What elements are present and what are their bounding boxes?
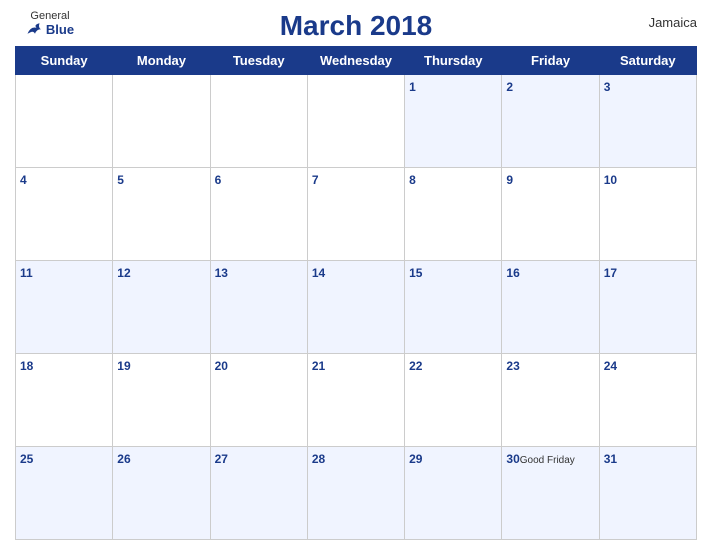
calendar-day-cell: 14 [307, 261, 404, 354]
calendar-day-cell: 19 [113, 354, 210, 447]
day-number: 25 [20, 452, 33, 466]
calendar-day-cell: 10 [599, 168, 696, 261]
day-number: 1 [409, 80, 416, 94]
calendar-day-cell: 31 [599, 447, 696, 540]
day-number: 4 [20, 173, 27, 187]
calendar-day-cell: 2 [502, 75, 599, 168]
calendar-title: March 2018 [280, 10, 433, 42]
calendar-day-cell: 27 [210, 447, 307, 540]
day-number: 2 [506, 80, 513, 94]
calendar-week-row: 4 5 6 7 8 9 10 [16, 168, 697, 261]
weekday-header-sunday: Sunday [16, 47, 113, 75]
day-number: 30 [506, 452, 519, 466]
calendar-day-cell: 8 [405, 168, 502, 261]
country-label: Jamaica [649, 15, 697, 30]
day-number: 18 [20, 359, 33, 373]
weekday-header-wednesday: Wednesday [307, 47, 404, 75]
day-number: 3 [604, 80, 611, 94]
day-number: 13 [215, 266, 228, 280]
day-number: 23 [506, 359, 519, 373]
calendar-day-cell: 4 [16, 168, 113, 261]
calendar-day-cell: 17 [599, 261, 696, 354]
day-number: 31 [604, 452, 617, 466]
calendar-day-cell: 20 [210, 354, 307, 447]
calendar-day-cell: 1 [405, 75, 502, 168]
calendar-day-cell: 5 [113, 168, 210, 261]
day-number: 5 [117, 173, 124, 187]
calendar-week-row: 18 19 20 21 22 23 24 [16, 354, 697, 447]
calendar-day-cell: 6 [210, 168, 307, 261]
calendar-day-cell: 12 [113, 261, 210, 354]
calendar-day-cell: 29 [405, 447, 502, 540]
day-number: 14 [312, 266, 325, 280]
logo-blue-text: Blue [26, 22, 74, 37]
day-number: 16 [506, 266, 519, 280]
day-number: 8 [409, 173, 416, 187]
calendar-day-cell: 13 [210, 261, 307, 354]
day-number: 15 [409, 266, 422, 280]
day-event: Good Friday [520, 455, 575, 466]
logo-bird-icon [26, 23, 44, 37]
calendar-day-cell: 11 [16, 261, 113, 354]
logo-general-text: General [30, 10, 69, 22]
calendar-day-cell: 21 [307, 354, 404, 447]
calendar-week-row: 1 2 3 [16, 75, 697, 168]
calendar-day-cell: 9 [502, 168, 599, 261]
weekday-header-tuesday: Tuesday [210, 47, 307, 75]
day-number: 9 [506, 173, 513, 187]
weekday-header-thursday: Thursday [405, 47, 502, 75]
day-number: 20 [215, 359, 228, 373]
day-number: 26 [117, 452, 130, 466]
calendar-day-cell: 18 [16, 354, 113, 447]
day-number: 11 [20, 266, 33, 280]
day-number: 7 [312, 173, 319, 187]
calendar-day-cell: 25 [16, 447, 113, 540]
day-number: 10 [604, 173, 617, 187]
calendar-day-cell [307, 75, 404, 168]
calendar-table: SundayMondayTuesdayWednesdayThursdayFrid… [15, 46, 697, 540]
day-number: 17 [604, 266, 617, 280]
calendar-day-cell: 24 [599, 354, 696, 447]
calendar-day-cell: 15 [405, 261, 502, 354]
day-number: 24 [604, 359, 617, 373]
calendar-header: General Blue March 2018 Jamaica [15, 10, 697, 42]
weekday-header-saturday: Saturday [599, 47, 696, 75]
day-number: 22 [409, 359, 422, 373]
calendar-week-row: 25 26 27 28 29 30Good Friday 31 [16, 447, 697, 540]
calendar-day-cell [16, 75, 113, 168]
day-number: 27 [215, 452, 228, 466]
day-number: 12 [117, 266, 130, 280]
calendar-day-cell: 7 [307, 168, 404, 261]
day-number: 21 [312, 359, 325, 373]
day-number: 19 [117, 359, 130, 373]
day-number: 28 [312, 452, 325, 466]
calendar-day-cell: 28 [307, 447, 404, 540]
calendar-day-cell [113, 75, 210, 168]
calendar-day-cell: 30Good Friday [502, 447, 599, 540]
calendar-day-cell: 22 [405, 354, 502, 447]
logo: General Blue [15, 10, 85, 37]
calendar-day-cell: 16 [502, 261, 599, 354]
weekday-header-row: SundayMondayTuesdayWednesdayThursdayFrid… [16, 47, 697, 75]
calendar-week-row: 11 12 13 14 15 16 17 [16, 261, 697, 354]
weekday-header-friday: Friday [502, 47, 599, 75]
calendar-day-cell: 23 [502, 354, 599, 447]
calendar-day-cell: 3 [599, 75, 696, 168]
calendar-day-cell: 26 [113, 447, 210, 540]
weekday-header-monday: Monday [113, 47, 210, 75]
day-number: 6 [215, 173, 222, 187]
calendar-day-cell [210, 75, 307, 168]
day-number: 29 [409, 452, 422, 466]
